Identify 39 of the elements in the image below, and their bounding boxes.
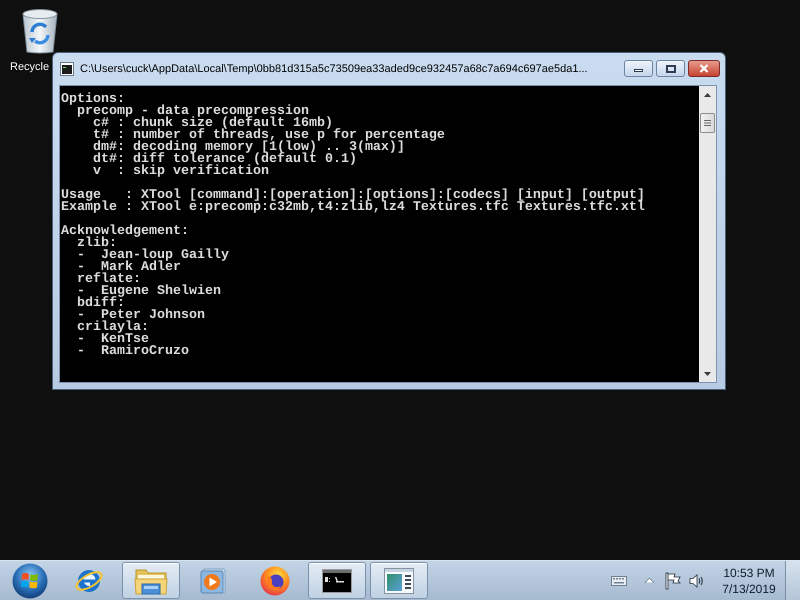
console-line: - RamiroCruzo [77,346,189,358]
console-line: Acknowledgement: [61,226,189,238]
flag-icon[interactable] [665,572,681,590]
scroll-thumb[interactable] [700,113,715,133]
flame-globe-icon [259,564,291,596]
recycle-bin-icon [22,8,58,54]
console-window-icon[interactable] [60,62,74,76]
window-title: C:\Users\cuck\AppData\Local\Temp\0bb81d315a5c73509ea33aded9ce932457a68c7a694c697ae5da1... [80,62,588,77]
desktop-icon-label[interactable]: Recycle [10,61,50,73]
console-line: - Jean-loup Gailly [77,250,229,262]
maximize-button[interactable] [656,60,685,77]
close-icon [699,64,709,73]
caret-up-icon [704,92,711,96]
taskbar-button[interactable] [308,562,366,599]
console-line: reflate: [77,274,141,286]
keyboard-icon[interactable] [611,576,627,586]
minimize-icon [634,69,643,72]
console-line: zlib: [77,238,117,250]
console-line: crilayla: [77,322,149,334]
show-desktop-button[interactable] [785,561,800,600]
caret-down-icon [704,372,711,376]
taskbar-button[interactable] [370,562,428,599]
start-orb-icon [12,562,48,598]
console-line: v : skip verification [93,166,269,178]
clock-date[interactable]: 7/13/2019 [722,580,776,596]
clock-time[interactable]: 10:53 PM [723,564,775,580]
minimize-button[interactable] [624,60,653,77]
close-button[interactable] [688,60,720,77]
maximize-icon [666,64,676,72]
terminal-icon [322,568,352,592]
window-icon [384,568,414,594]
console-line: bdiff: [77,298,125,310]
caret-up-icon[interactable] [645,578,654,583]
grip-icon [704,120,711,126]
speaker-icon[interactable] [689,574,705,588]
scrollbar-track[interactable] [699,86,716,382]
media-play-icon [198,566,228,596]
console-line: Example : XTool e:precomp:c32mb,t4:zlib,lz4 Textures.tfc Textures.tfc.xtl [61,202,645,214]
console-line: Options: [61,94,125,106]
